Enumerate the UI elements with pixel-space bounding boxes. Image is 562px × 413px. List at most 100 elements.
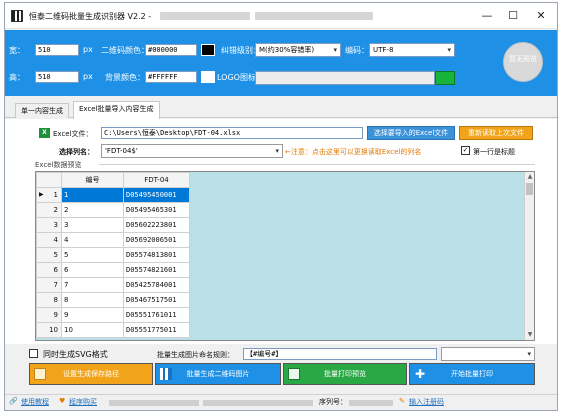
table-row[interactable]: 8 8 D05467517501 <box>36 292 190 308</box>
redacted-website <box>203 400 313 406</box>
table-row[interactable]: 5 5 D05574813801 <box>36 247 190 263</box>
column-select[interactable]: 'FDT-04$' ▾ <box>101 144 283 158</box>
table-row[interactable]: ▶ 1 1 D05495450001 <box>36 187 190 203</box>
bg-color-swatch[interactable] <box>201 71 215 83</box>
row-header[interactable]: 8 <box>36 292 62 308</box>
cell-no[interactable]: 2 <box>61 202 124 218</box>
excel-data-grid[interactable]: 编号 FDT-04 ▶ 1 1 D05495450001 2 2 D05495465301 3… <box>35 171 535 341</box>
plus-icon: ✚ <box>414 367 426 381</box>
purchase-link[interactable]: 程序购买 <box>69 397 97 407</box>
select-excel-button[interactable]: 选择要导入的Excel文件 <box>367 126 455 140</box>
current-row-icon: ▶ <box>39 191 44 198</box>
row-header[interactable]: 10 <box>36 322 62 338</box>
table-row[interactable]: 7 7 D05425784001 <box>36 277 190 293</box>
height-label: 高： <box>9 73 25 82</box>
cell-no[interactable]: 3 <box>61 217 124 233</box>
batch-generate-button[interactable]: 批量生成二维码图片 <box>155 363 281 385</box>
scroll-up-icon[interactable]: ▲ <box>525 172 534 182</box>
scroll-thumb[interactable] <box>526 183 533 195</box>
width-label: 宽： <box>9 46 25 55</box>
serial-label: 序列号： <box>319 398 347 406</box>
row-header[interactable]: 7 <box>36 277 62 293</box>
tab-bar: 单一内容生成 Excel批量导入内容生成 <box>5 100 557 119</box>
grid-scrollbar[interactable]: ▲ ▼ <box>524 172 534 340</box>
help-link[interactable]: 使用教程 <box>21 397 49 407</box>
row-header[interactable]: 3 <box>36 217 62 233</box>
logo-browse-button[interactable] <box>435 71 455 85</box>
tab-single-content[interactable]: 单一内容生成 <box>15 103 69 118</box>
height-input[interactable]: 510 <box>35 71 79 83</box>
row-header[interactable]: 5 <box>36 247 62 263</box>
folder-icon <box>34 368 46 380</box>
row-header[interactable]: 9 <box>36 307 62 323</box>
cell-code[interactable]: D05495450001 <box>123 187 190 203</box>
cell-code[interactable]: D05551761011 <box>123 307 190 323</box>
table-row[interactable]: 9 9 D05551761011 <box>36 307 190 323</box>
qr-color-swatch[interactable] <box>201 44 215 56</box>
cart-icon: ♥ <box>59 397 66 405</box>
cell-code[interactable]: D05425784001 <box>123 277 190 293</box>
set-save-path-button[interactable]: 设置生成保存路径 <box>29 363 153 385</box>
start-print-button[interactable]: ✚ 开始批量打印 <box>409 363 535 385</box>
first-row-label: 第一行是标题 <box>473 148 515 156</box>
first-row-checkbox[interactable]: ✓ <box>461 146 470 155</box>
window-title: 恒泰二维码批量生成识别器 V2.2 - <box>29 12 152 21</box>
chevron-down-icon: ▾ <box>447 46 451 54</box>
close-button[interactable]: ✕ <box>529 7 553 25</box>
error-level-select[interactable]: M(约30%容错率) ▾ <box>255 43 341 57</box>
cell-no[interactable]: 5 <box>61 247 124 263</box>
reread-file-button[interactable]: 重新读取上次文件 <box>459 126 533 140</box>
naming-rule-input[interactable]: 【#编号#】 <box>243 348 437 360</box>
maximize-button[interactable]: ☐ <box>501 7 525 25</box>
width-unit: px <box>83 45 93 54</box>
cell-code[interactable]: D05551775011 <box>123 322 190 338</box>
cell-no[interactable]: 7 <box>61 277 124 293</box>
row-header[interactable]: 4 <box>36 232 62 248</box>
cell-code[interactable]: D05602223801 <box>123 217 190 233</box>
cell-no[interactable]: 4 <box>61 232 124 248</box>
table-row[interactable]: 3 3 D05602223801 <box>36 217 190 233</box>
cell-no[interactable]: 9 <box>61 307 124 323</box>
settings-panel: 宽： 510 px 高： 510 px 二维码颜色： #000000 背景颜色：… <box>5 30 557 96</box>
column-header-code[interactable]: FDT-04 <box>123 172 190 188</box>
row-header[interactable]: 2 <box>36 202 62 218</box>
cell-no[interactable]: 6 <box>61 262 124 278</box>
cell-code[interactable]: D05495465301 <box>123 202 190 218</box>
table-row[interactable]: 2 2 D05495465301 <box>36 202 190 218</box>
column-header-no[interactable]: 编号 <box>61 172 124 188</box>
cell-no[interactable]: 10 <box>61 322 124 338</box>
qr-color-input[interactable]: #000000 <box>145 44 197 56</box>
table-row[interactable]: 4 4 D05692006501 <box>36 232 190 248</box>
row-header[interactable]: 6 <box>36 262 62 278</box>
key-icon: ✎ <box>399 397 405 405</box>
cell-no[interactable]: 8 <box>61 292 124 308</box>
chevron-down-icon: ▾ <box>527 350 531 358</box>
cell-code[interactable]: D05574821601 <box>123 262 190 278</box>
qr-preview: 暂无预览 <box>503 42 543 82</box>
excel-file-path[interactable]: C:\Users\恒泰\Desktop\FDT-04.xlsx <box>101 127 363 139</box>
encoding-select[interactable]: UTF-8 ▾ <box>369 43 455 57</box>
row-header[interactable]: ▶ 1 <box>36 187 62 203</box>
logo-path-field[interactable] <box>255 71 435 85</box>
tab-excel-import[interactable]: Excel批量导入内容生成 <box>73 101 160 119</box>
svg-label: 同时生成SVG格式 <box>43 350 108 359</box>
app-qr-icon <box>11 10 23 22</box>
cell-code[interactable]: D05574813801 <box>123 247 190 263</box>
excel-tab-content: X Excel文件： C:\Users\恒泰\Desktop\FDT-04.xl… <box>5 119 557 344</box>
print-preview-button[interactable]: 批量打印预览 <box>283 363 407 385</box>
cell-code[interactable]: D05692006501 <box>123 232 190 248</box>
svg-checkbox[interactable] <box>29 349 38 358</box>
scroll-down-icon[interactable]: ▼ <box>525 330 534 340</box>
column-value: 'FDT-04$' <box>105 147 138 155</box>
bg-color-input[interactable]: #FFFFFF <box>145 71 197 83</box>
table-row[interactable]: 6 6 D05574821601 <box>36 262 190 278</box>
minimize-button[interactable]: — <box>475 7 499 25</box>
column-label: 选择列名： <box>59 148 94 156</box>
table-row[interactable]: 10 10 D05551775011 <box>36 322 190 338</box>
register-link[interactable]: 输入注册码 <box>409 397 444 407</box>
naming-rule-select[interactable]: ▾ <box>441 347 535 361</box>
width-input[interactable]: 510 <box>35 44 79 56</box>
cell-code[interactable]: D05467517501 <box>123 292 190 308</box>
cell-no[interactable]: 1 <box>61 187 124 203</box>
title-redacted-date <box>160 12 250 20</box>
